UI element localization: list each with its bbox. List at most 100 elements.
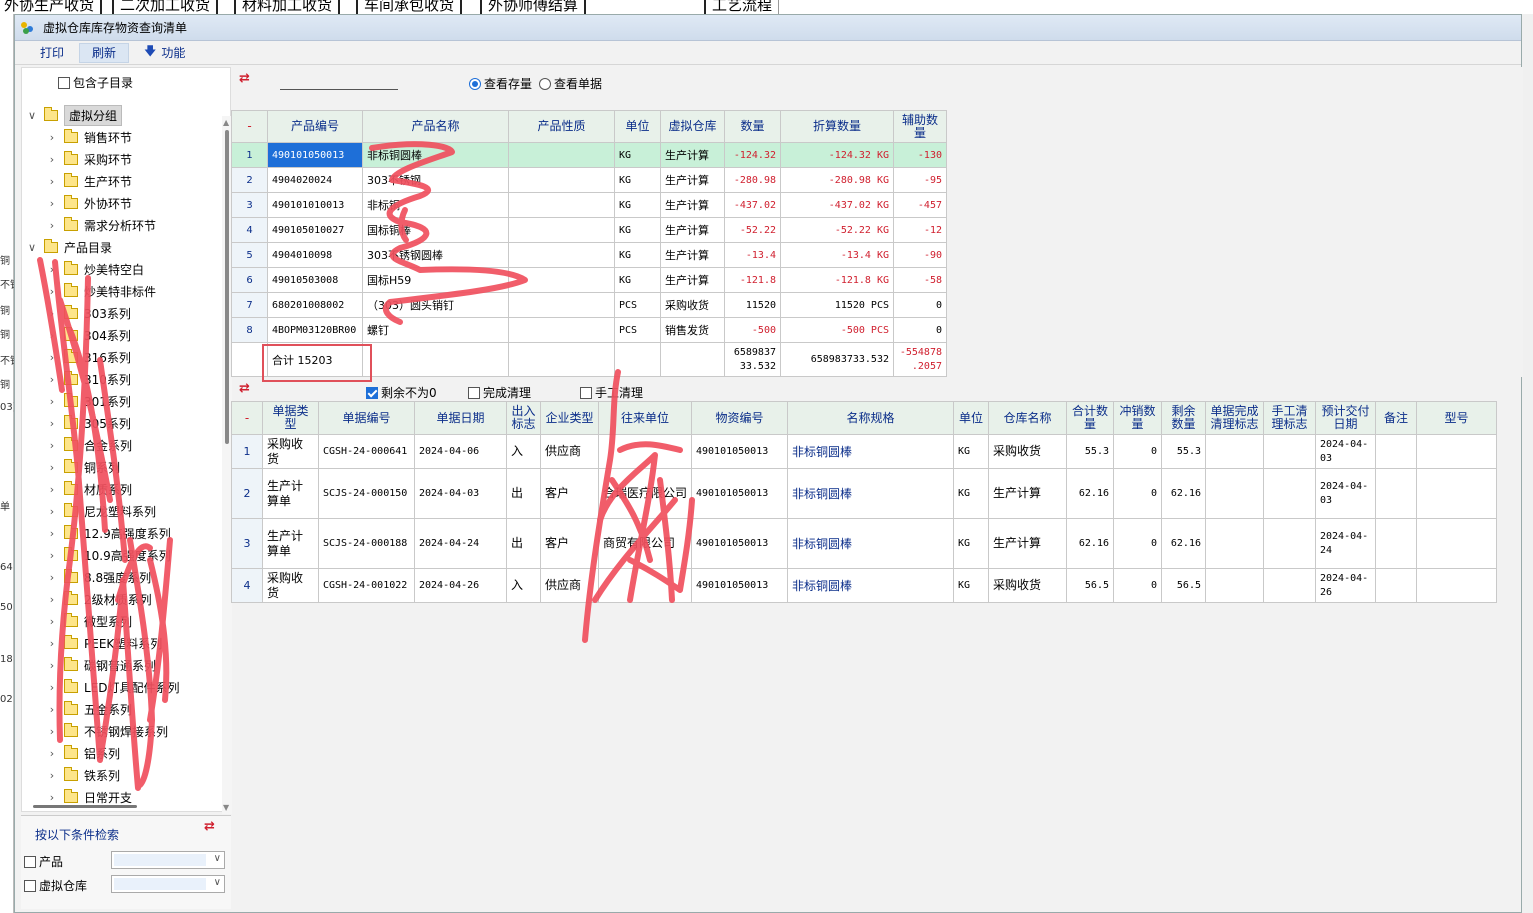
- partner-cell[interactable]: [598, 434, 692, 469]
- aux-quantity-cell[interactable]: -90: [893, 242, 947, 268]
- offset-qty-cell[interactable]: 0: [1113, 568, 1162, 603]
- chevron-right-icon[interactable]: ›: [46, 307, 58, 320]
- checkbox-box[interactable]: [24, 855, 36, 868]
- due-date-cell[interactable]: 2024-04-03: [1315, 468, 1376, 519]
- checkbox-box[interactable]: [366, 386, 378, 399]
- warehouse-name-cell[interactable]: 采购收货: [988, 568, 1067, 603]
- product-name-cell[interactable]: 螺钉: [362, 317, 509, 343]
- view-stock-radio[interactable]: 查看存量: [469, 75, 532, 92]
- product-code-cell[interactable]: 680201008002: [267, 292, 363, 318]
- product-nature-cell[interactable]: [508, 317, 615, 343]
- chevron-right-icon[interactable]: ›: [46, 659, 58, 672]
- offset-qty-cell[interactable]: 0: [1113, 518, 1162, 569]
- product-filter-checkbox[interactable]: 产品: [24, 853, 63, 870]
- column-header[interactable]: 冲销数量: [1113, 401, 1162, 435]
- warehouse-cell[interactable]: 采购收货: [660, 292, 725, 318]
- column-header[interactable]: 型号: [1416, 401, 1497, 435]
- column-header[interactable]: 仓库名称: [988, 401, 1067, 435]
- column-header[interactable]: 产品编号: [267, 110, 363, 143]
- chevron-right-icon[interactable]: ›: [46, 483, 58, 496]
- column-header[interactable]: -: [231, 110, 268, 143]
- done-flag-cell[interactable]: [1205, 518, 1264, 569]
- product-nature-cell[interactable]: [508, 167, 615, 193]
- model-cell[interactable]: [1416, 434, 1497, 469]
- quantity-cell[interactable]: -437.02: [724, 192, 781, 218]
- warehouse-name-cell[interactable]: 生产计算: [988, 518, 1067, 569]
- chevron-right-icon[interactable]: ›: [46, 263, 58, 276]
- chevron-right-icon[interactable]: ›: [46, 703, 58, 716]
- swap-icon[interactable]: ⇄: [239, 72, 250, 85]
- unit-cell[interactable]: KG: [953, 468, 989, 519]
- tree-node[interactable]: › 305系列: [46, 412, 131, 434]
- tree-node[interactable]: › 碳钢普通系列: [46, 654, 156, 676]
- chevron-right-icon[interactable]: ›: [46, 527, 58, 540]
- column-header[interactable]: 产品性质: [508, 110, 615, 143]
- inventory-row[interactable]: 1 490101050013 非标铜圆棒 KG 生产计算 -124.32 -124.32 K…: [231, 142, 947, 168]
- product-code-cell[interactable]: 490105010027: [267, 217, 363, 243]
- offset-qty-cell[interactable]: 0: [1113, 468, 1162, 519]
- remain-nonzero-checkbox[interactable]: 剩余不为0: [366, 384, 437, 401]
- detail-row[interactable]: 3 生产计算单 SCJS-24-000188 2024-04-24 出客户 商贸有限公司 4…: [231, 518, 1497, 569]
- note-cell[interactable]: [1375, 468, 1417, 519]
- filter-input[interactable]: [280, 89, 398, 90]
- tree-node[interactable]: › 铝系列: [46, 742, 120, 764]
- tree-node[interactable]: › 12.9高强度系列: [46, 522, 171, 544]
- quantity-cell[interactable]: 11520: [724, 292, 781, 318]
- background-tab[interactable]: 二次加工收货: [112, 0, 219, 14]
- remain-qty-cell[interactable]: 62.16: [1161, 518, 1206, 569]
- chevron-right-icon[interactable]: ›: [46, 329, 58, 342]
- converted-quantity-cell[interactable]: -52.22 KG: [780, 217, 894, 243]
- column-header[interactable]: 预计交付日期: [1315, 401, 1376, 435]
- product-name-cell[interactable]: 非标铜圆棒: [362, 142, 509, 168]
- converted-quantity-cell[interactable]: 11520 PCS: [780, 292, 894, 318]
- unit-cell[interactable]: PCS: [614, 317, 661, 343]
- inventory-row[interactable]: 8 4BOPM03120BR00 螺钉 PCS 销售发货 -500 -500 PCS 0: [231, 317, 947, 343]
- converted-quantity-cell[interactable]: -124.32 KG: [780, 142, 894, 168]
- chevron-right-icon[interactable]: ›: [46, 725, 58, 738]
- inventory-row[interactable]: 2 4904020024 303不锈钢 KG 生产计算 -280.98 -280.98 KG…: [231, 167, 947, 193]
- inventory-row[interactable]: 7 680201008002 （303）圆头销钉 PCS 采购收货 11520 11520 …: [231, 292, 947, 318]
- product-name-cell[interactable]: 303不锈钢: [362, 167, 509, 193]
- tree-node[interactable]: › 铜系列: [46, 456, 120, 478]
- doc-type-cell[interactable]: 采购收货: [262, 434, 319, 469]
- inventory-row[interactable]: 6 49010503008 国标H59 KG 生产计算 -121.8 -121.8 KG -5…: [231, 267, 947, 293]
- quantity-cell[interactable]: -52.22: [724, 217, 781, 243]
- inventory-row[interactable]: 4 490105010027 国标铜棒 KG 生产计算 -52.22 -52.22 KG -1…: [231, 217, 947, 243]
- aux-quantity-cell[interactable]: -130: [893, 142, 947, 168]
- chevron-right-icon[interactable]: ›: [46, 197, 58, 210]
- tree-node[interactable]: ∨ 虚拟分组: [26, 104, 123, 126]
- tree-node[interactable]: › PEEK塑料系列: [46, 632, 162, 654]
- spec-cell[interactable]: 非标铜圆棒: [787, 568, 954, 603]
- row-number[interactable]: 5: [231, 242, 268, 268]
- tree-node[interactable]: ∨ 产品目录: [26, 236, 112, 258]
- tree-node[interactable]: › 尼龙塑料系列: [46, 500, 156, 522]
- chevron-right-icon[interactable]: ›: [46, 285, 58, 298]
- view-documents-radio[interactable]: 查看单据: [539, 75, 602, 92]
- column-header[interactable]: 出入标志: [506, 401, 541, 435]
- warehouse-cell[interactable]: 生产计算: [660, 142, 725, 168]
- io-flag-cell[interactable]: 出: [506, 518, 541, 569]
- unit-cell[interactable]: KG: [953, 434, 989, 469]
- doc-date-cell[interactable]: 2024-04-06: [414, 434, 507, 469]
- column-header[interactable]: 合计数量: [1066, 401, 1114, 435]
- quantity-cell[interactable]: -13.4: [724, 242, 781, 268]
- column-header[interactable]: 手工清理标志: [1263, 401, 1316, 435]
- unit-cell[interactable]: KG: [614, 142, 661, 168]
- function-button[interactable]: 🡇 功能: [131, 43, 198, 63]
- aux-quantity-cell[interactable]: -58: [893, 267, 947, 293]
- enterprise-type-cell[interactable]: 客户: [540, 468, 599, 519]
- tree-node[interactable]: › 合金系列: [46, 434, 132, 456]
- warehouse-cell[interactable]: 生产计算: [660, 242, 725, 268]
- warehouse-combo[interactable]: ∨: [111, 875, 225, 893]
- row-number[interactable]: 3: [231, 192, 268, 218]
- checkbox-box[interactable]: [580, 386, 592, 399]
- unit-cell[interactable]: KG: [614, 217, 661, 243]
- doc-date-cell[interactable]: 2024-04-26: [414, 568, 507, 603]
- product-name-cell[interactable]: 国标铜棒: [362, 217, 509, 243]
- product-code-cell[interactable]: 490101050013: [267, 142, 363, 168]
- manual-flag-cell[interactable]: [1263, 468, 1316, 519]
- done-flag-cell[interactable]: [1205, 468, 1264, 519]
- note-cell[interactable]: [1375, 434, 1417, 469]
- chevron-right-icon[interactable]: ›: [46, 439, 58, 452]
- include-subdir-checkbox[interactable]: 包含子目录: [58, 74, 133, 91]
